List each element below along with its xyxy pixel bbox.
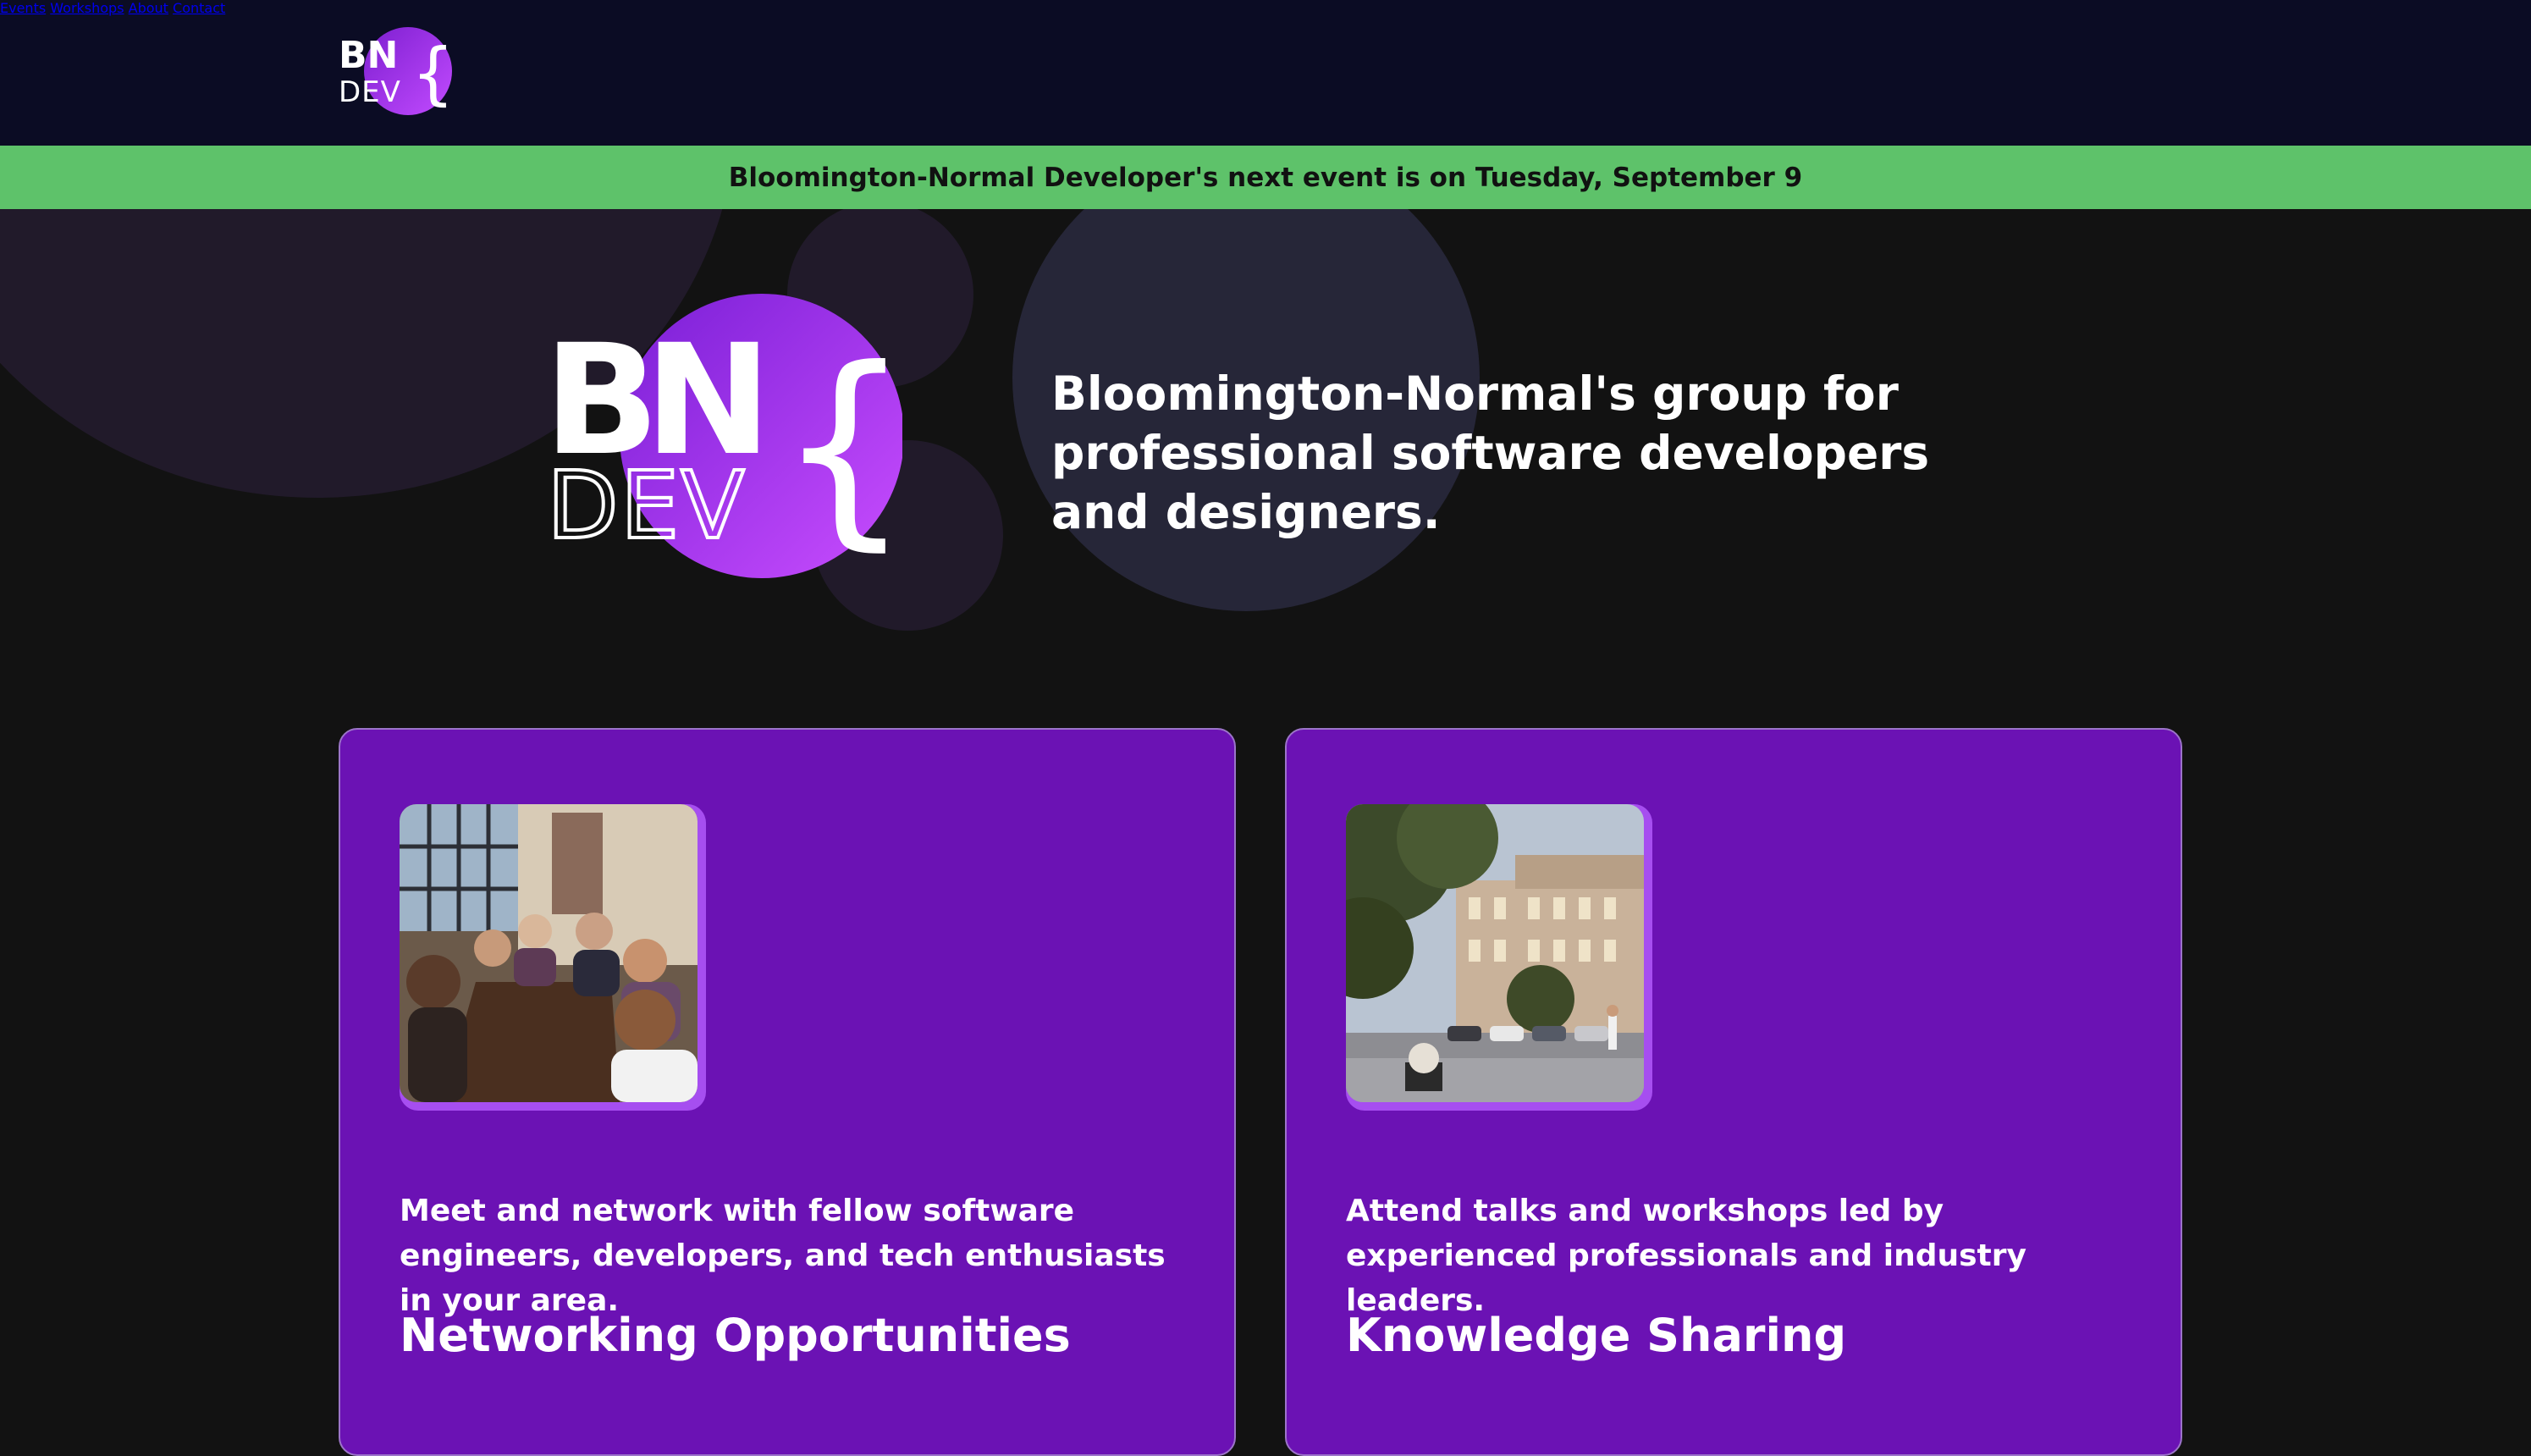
bn-dev-logo-icon: BN DEV { — [543, 294, 912, 578]
knowledge-photo — [1346, 804, 1644, 1102]
nav-workshops-link[interactable]: Workshops — [50, 0, 124, 16]
main-nav: Events Workshops About Contact — [0, 0, 2531, 16]
svg-text:BN: BN — [339, 34, 398, 77]
svg-text:{: { — [777, 323, 902, 569]
svg-text:DEV: DEV — [339, 75, 401, 109]
knowledge-title: Knowledge Sharing — [1346, 1309, 1847, 1362]
hero-tagline: Bloomington-Normal's group for professio… — [1051, 367, 1930, 539]
hero-logo: BN DEV { — [543, 292, 912, 580]
nav-events-link[interactable]: Events — [0, 0, 46, 16]
downtown-street-photo-image — [1346, 804, 1644, 1102]
card-photo-frame — [400, 804, 706, 1111]
next-event-banner: Bloomington-Normal Developer's next even… — [0, 146, 2531, 209]
card-photo-frame — [1346, 804, 1652, 1111]
networking-title: Networking Opportunities — [400, 1309, 1071, 1362]
nav-about-link[interactable]: About — [129, 0, 168, 16]
svg-text:{: { — [411, 34, 454, 113]
next-event-text: Bloomington-Normal Developer's next even… — [728, 162, 1803, 193]
group-photo-image — [400, 804, 698, 1102]
nav-contact-link[interactable]: Contact — [173, 0, 225, 16]
networking-card: Meet and network with fellow software en… — [339, 728, 1236, 1456]
site-header: BN DEV { Events Workshops About Contact — [0, 0, 2531, 146]
bn-dev-logo-icon: BN DEV { — [339, 27, 455, 115]
svg-text:DEV: DEV — [547, 451, 746, 560]
networking-photo — [400, 804, 698, 1102]
knowledge-card: Attend talks and workshops led by experi… — [1285, 728, 2182, 1456]
knowledge-description: Attend talks and workshops led by experi… — [1346, 1194, 2026, 1318]
networking-description: Meet and network with fellow software en… — [400, 1194, 1166, 1318]
header-logo-link[interactable]: BN DEV { — [339, 25, 455, 117]
